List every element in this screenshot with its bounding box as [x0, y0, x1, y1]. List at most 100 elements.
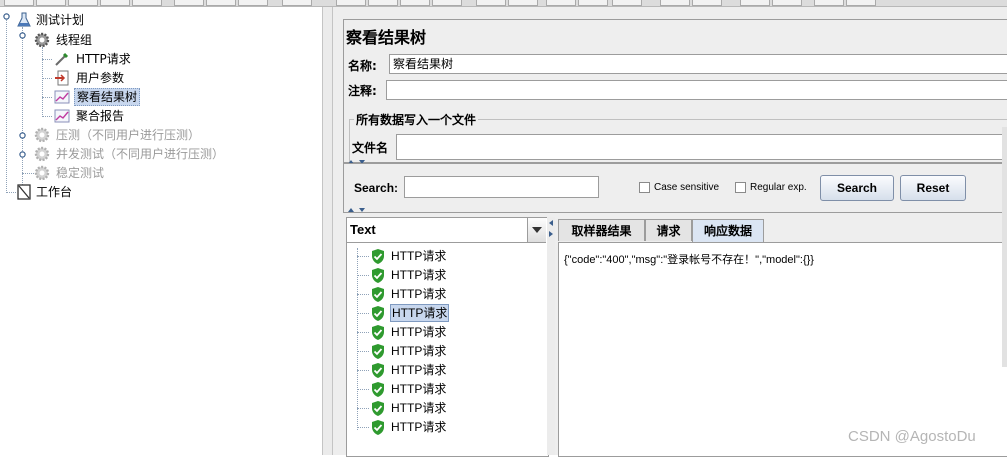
tree-item-label: 稳定测试	[56, 166, 105, 180]
toolbar-button[interactable]	[740, 0, 770, 6]
list-item-label: HTTP请求	[391, 325, 447, 339]
list-item[interactable]: HTTP请求	[347, 285, 546, 303]
toolbar-button[interactable]	[36, 0, 66, 6]
toolbar-button[interactable]	[282, 0, 312, 6]
collapse-handle-icon[interactable]	[3, 13, 10, 20]
tree-line	[42, 78, 52, 79]
comment-label: 注释:	[348, 84, 377, 98]
toolbar-button[interactable]	[336, 0, 366, 6]
list-item[interactable]: HTTP请求	[347, 323, 546, 341]
regex-checkbox[interactable]	[735, 182, 746, 193]
tree-item-label: 线程组	[56, 33, 93, 47]
chevron-down-icon	[532, 227, 542, 233]
splitter-arrows-icon[interactable]	[548, 219, 554, 239]
toolbar-button[interactable]	[4, 0, 34, 6]
search-button[interactable]: Search	[820, 175, 894, 201]
toolbar-button[interactable]	[100, 0, 130, 6]
tree-item-label: 聚合报告	[76, 109, 125, 123]
result-splitter[interactable]	[547, 217, 555, 455]
toolbar-button[interactable]	[508, 0, 538, 6]
tree-line	[357, 313, 369, 314]
list-item-label: HTTP请求	[391, 363, 447, 377]
list-item[interactable]: HTTP请求	[347, 418, 546, 436]
toolbar-button[interactable]	[846, 0, 876, 6]
list-item[interactable]: HTTP请求	[347, 247, 546, 265]
tree-line	[357, 351, 369, 352]
tree-line	[42, 59, 52, 60]
watermark: CSDN @AgostoDu	[848, 428, 976, 445]
list-item-label: HTTP请求	[390, 304, 450, 322]
toolbar-button[interactable]	[660, 0, 690, 6]
toolbar-button[interactable]	[206, 0, 236, 6]
list-item[interactable]: HTTP请求	[347, 361, 546, 379]
toolbar-button[interactable]	[546, 0, 576, 6]
name-field[interactable]: 察看结果树	[389, 54, 1007, 74]
list-item[interactable]: HTTP请求	[347, 304, 546, 322]
renderer-select-value: Text	[350, 222, 376, 237]
tree-line	[22, 173, 34, 174]
toolbar-button[interactable]	[814, 0, 844, 6]
pipette-icon	[55, 52, 69, 66]
test-plan-tree[interactable]: 测试计划 线程组 HTTP请求 用户参数 察看结果树 聚合报告 压测（不同用户进…	[0, 7, 322, 455]
toolbar-button[interactable]	[578, 0, 608, 6]
tab-request[interactable]: 请求	[645, 219, 692, 241]
workbench-icon	[17, 184, 31, 200]
tree-line	[357, 332, 369, 333]
tree-line	[6, 17, 7, 193]
search-bar: Search: Case sensitive Regular exp. Sear…	[343, 163, 1007, 213]
toolbar-button[interactable]	[692, 0, 722, 6]
success-shield-icon	[372, 287, 384, 302]
list-item[interactable]: HTTP请求	[347, 342, 546, 360]
tree-line	[42, 116, 52, 117]
expand-handle-icon[interactable]	[19, 151, 26, 158]
comment-field[interactable]	[386, 80, 1007, 100]
chart-icon	[54, 90, 70, 104]
case-sensitive-label: Case sensitive	[654, 182, 720, 193]
list-item-label: HTTP请求	[391, 382, 447, 396]
response-text: {"code":"400","msg":"登录帐号不存在！","model":{…	[564, 254, 814, 266]
list-item-label: HTTP请求	[391, 268, 447, 282]
tree-item-label: 测试计划	[36, 13, 85, 27]
gear-icon	[34, 32, 50, 48]
collapse-handle-icon[interactable]	[19, 32, 26, 39]
tab-sampler-result[interactable]: 取样器结果	[558, 219, 645, 241]
results-list[interactable]: Text HTTP请求 HTTP请求 HTTP请求 HTTP请求 HTTP请求 HTTP请…	[346, 217, 549, 457]
renderer-dropdown-button[interactable]	[527, 218, 546, 242]
search-input[interactable]	[404, 176, 599, 198]
tree-line	[6, 192, 16, 193]
list-item[interactable]: HTTP请求	[347, 399, 546, 417]
toolbar-button[interactable]	[476, 0, 506, 6]
toolbar-button[interactable]	[400, 0, 430, 6]
list-item-label: HTTP请求	[391, 287, 447, 301]
filename-label: 文件名	[352, 141, 389, 155]
toolbar-button[interactable]	[174, 0, 204, 6]
case-sensitive-checkbox[interactable]	[639, 182, 650, 193]
search-label: Search:	[354, 181, 399, 195]
tab-response-data[interactable]: 响应数据	[692, 219, 764, 243]
toolbar-button[interactable]	[432, 0, 462, 6]
toolbar-button[interactable]	[368, 0, 398, 6]
success-shield-icon	[372, 363, 384, 378]
toolbar-button[interactable]	[772, 0, 802, 6]
toolbar-button[interactable]	[132, 0, 162, 6]
expand-handle-icon[interactable]	[19, 132, 26, 139]
collapse-arrows-icon[interactable]	[347, 207, 377, 213]
success-shield-icon	[372, 401, 384, 416]
filename-field[interactable]	[396, 134, 1007, 160]
success-shield-icon	[372, 306, 384, 321]
tree-item-label: HTTP请求	[76, 52, 131, 66]
panel-splitter[interactable]	[322, 7, 333, 455]
toolbar-button[interactable]	[68, 0, 98, 6]
success-shield-icon	[372, 268, 384, 283]
response-data-area[interactable]: {"code":"400","msg":"登录帐号不存在！","model":{…	[558, 242, 1007, 457]
tree-line	[357, 389, 369, 390]
gear-icon	[34, 146, 50, 162]
reset-button[interactable]: Reset	[900, 175, 966, 201]
list-item-label: HTTP请求	[391, 344, 447, 358]
tree-line	[357, 275, 369, 276]
list-item[interactable]: HTTP请求	[347, 266, 546, 284]
toolbar-button[interactable]	[612, 0, 642, 6]
toolbar-button[interactable]	[238, 0, 268, 6]
renderer-select[interactable]: Text	[347, 218, 546, 243]
list-item[interactable]: HTTP请求	[347, 380, 546, 398]
